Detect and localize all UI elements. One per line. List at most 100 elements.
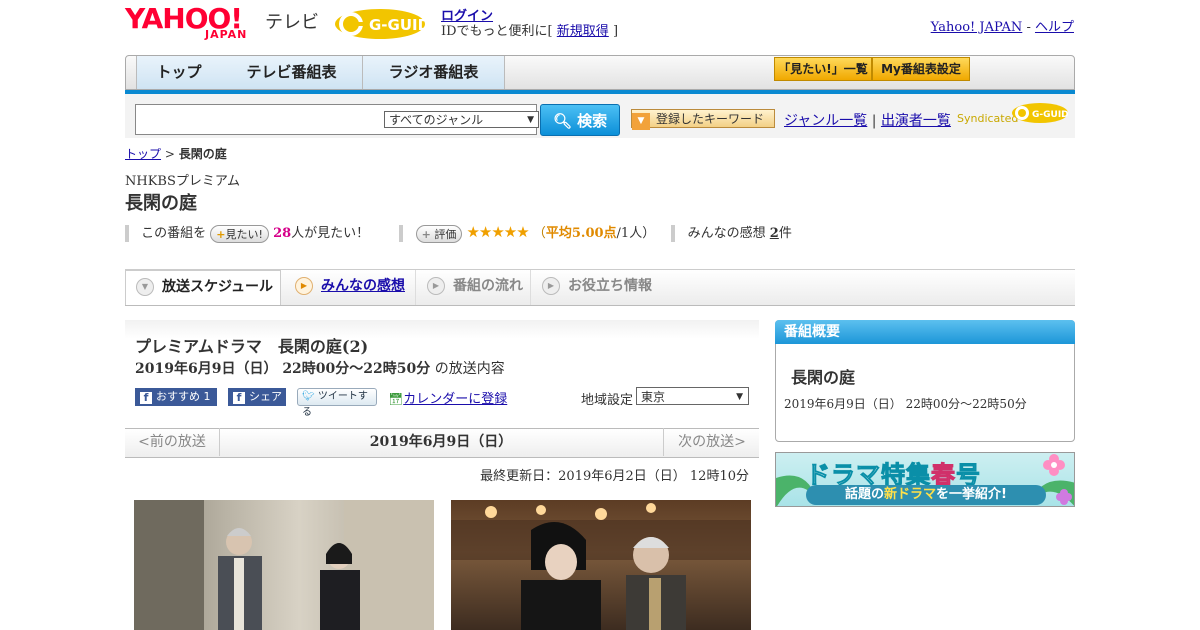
performer-list-link[interactable]: 出演者一覧 bbox=[881, 113, 951, 129]
service-name[interactable]: テレビ bbox=[265, 8, 319, 34]
region-label: 地域設定 bbox=[581, 393, 634, 408]
nav-tab-top[interactable]: トップ bbox=[136, 56, 222, 89]
twitter-bird-icon: 🐦︎ bbox=[302, 391, 315, 402]
next-broadcast-button[interactable]: 次の放送> bbox=[663, 428, 760, 456]
signup-link[interactable]: 新規取得 bbox=[557, 24, 609, 39]
calendar-plus-icon: 📅︎ bbox=[388, 392, 404, 406]
header-link-separator: - bbox=[1026, 20, 1031, 35]
episode-photo[interactable] bbox=[134, 500, 434, 630]
episode-datetime-suffix: の放送内容 bbox=[434, 361, 505, 377]
program-summary-title: 長閑の庭 bbox=[791, 368, 856, 387]
rating-stars: ★★★★★ bbox=[466, 223, 529, 241]
current-broadcast-date: 2019年6月9日（日） bbox=[369, 434, 513, 450]
divider bbox=[125, 225, 129, 242]
login-prompt-prefix: IDでもっと便利に[ bbox=[441, 24, 553, 39]
dropdown-arrow-icon: ▼ bbox=[736, 392, 743, 402]
drama-special-banner[interactable]: ドラマ特集春号 話題の新ドラマを一挙紹介! bbox=[775, 452, 1075, 507]
svg-text:G-GUIDE: G-GUIDE bbox=[1032, 110, 1068, 120]
registered-keyword-button[interactable]: ▼ 登録したキーワード bbox=[631, 109, 775, 130]
facebook-recommend-label: おすすめ 1 bbox=[156, 390, 211, 403]
facebook-recommend-button[interactable]: f おすすめ 1 bbox=[135, 388, 217, 406]
want-suffix: 人が見たい！ bbox=[291, 226, 370, 241]
registered-keyword-label: 登録したキーワード bbox=[656, 112, 765, 126]
gguide-small-logo: G-GUIDE bbox=[1012, 101, 1075, 125]
breadcrumb-current: 長閑の庭 bbox=[178, 147, 227, 161]
rating-average: 平均5.00点 bbox=[545, 226, 617, 241]
my-schedule-button[interactable]: My番組表設定 bbox=[872, 57, 970, 81]
plus-icon: + bbox=[216, 227, 226, 241]
prev-broadcast-button[interactable]: <前の放送 bbox=[125, 428, 220, 456]
sublink-separator: | bbox=[871, 113, 877, 129]
search-button[interactable]: 🔍︎ 検索 bbox=[540, 104, 620, 136]
impressions-count-link[interactable]: 2 bbox=[770, 226, 779, 241]
tab-impressions[interactable]: ▶ みんなの感想 bbox=[283, 270, 416, 305]
help-link[interactable]: ヘルプ bbox=[1035, 20, 1074, 35]
page-title: 長閑の庭 bbox=[125, 193, 197, 214]
nav-tab-tv-schedule[interactable]: テレビ番組表 bbox=[221, 56, 363, 89]
tab-info-label: お役立ち情報 bbox=[568, 278, 652, 294]
impressions-unit: 件 bbox=[778, 226, 792, 241]
program-meta-row: この番組を +見たい! 28人が見たい！ + 評価 ★★★★★ （平均5.00点… bbox=[125, 222, 792, 243]
episode-photo[interactable] bbox=[451, 500, 751, 630]
banner-sub-post: を一挙紹介! bbox=[936, 487, 1007, 502]
syndicated-text: Syndicated bbox=[957, 112, 1019, 125]
yahoo-logo-japan: JAPAN bbox=[205, 28, 248, 41]
facebook-share-label: シェア bbox=[249, 390, 282, 403]
gguide-logo: G-GUIDE bbox=[335, 7, 440, 41]
svg-text:G-GUIDE: G-GUIDE bbox=[369, 16, 430, 34]
divider bbox=[399, 225, 404, 242]
tweet-button[interactable]: 🐦︎ ツイートする bbox=[297, 388, 377, 418]
banner-subline: 話題の新ドラマを一挙紹介! bbox=[806, 485, 1046, 505]
search-button-label: 検索 bbox=[577, 112, 608, 130]
plus-icon: + bbox=[421, 227, 431, 241]
program-summary-header: 番組概要 bbox=[775, 320, 1075, 344]
last-updated: 最終更新日：2019年6月2日（日） 12時10分 bbox=[480, 469, 749, 484]
genre-select-value: すべてのジャンル bbox=[389, 113, 484, 127]
rate-button[interactable]: + 評価 bbox=[415, 224, 463, 243]
search-sublinks: ジャンル一覧 | 出演者一覧 bbox=[784, 110, 951, 130]
dropdown-triangle-icon: ▼ bbox=[632, 113, 650, 130]
banner-sub-pre: 話題の bbox=[845, 487, 885, 502]
episode-datetime: 2019年6月9日（日） 22時00分～22時50分 の放送内容 bbox=[135, 358, 505, 378]
main-nav: トップ テレビ番組表 ラジオ番組表 「見たい!」一覧 My番組表設定 bbox=[125, 55, 1075, 90]
rate-button-label: 評価 bbox=[434, 227, 457, 241]
divider bbox=[671, 225, 676, 242]
channel-name: NHKBSプレミアム bbox=[125, 174, 240, 189]
banner-sub-highlight: 新ドラマ bbox=[884, 487, 937, 502]
facebook-icon: f bbox=[233, 392, 245, 404]
login-prompt: IDでもっと便利に[ 新規取得 ] bbox=[441, 20, 618, 39]
program-summary-datetime: 2019年6月9日（日） 22時00分～22時50分 bbox=[784, 397, 1027, 411]
calendar-register[interactable]: 📅︎カレンダーに登録 bbox=[388, 388, 507, 407]
calendar-register-link[interactable]: カレンダーに登録 bbox=[403, 392, 507, 407]
chevron-right-icon: ▶ bbox=[542, 277, 560, 295]
want-button[interactable]: +見たい! bbox=[210, 224, 269, 243]
genre-select[interactable]: すべてのジャンル ▼ bbox=[384, 111, 539, 128]
chevron-right-icon: ▶ bbox=[427, 277, 445, 295]
tab-flow: ▶ 番組の流れ bbox=[417, 270, 531, 305]
tab-schedule[interactable]: ▼ 放送スケジュール bbox=[125, 270, 281, 305]
want-count: 28 bbox=[273, 226, 292, 241]
region-select-value: 東京 bbox=[641, 390, 666, 404]
rating-open: （ bbox=[532, 226, 546, 241]
rating-count: /1人） bbox=[616, 226, 656, 241]
search-icon: 🔍︎ bbox=[552, 112, 572, 130]
breadcrumb-separator: > bbox=[164, 147, 175, 161]
facebook-share-button[interactable]: f シェア bbox=[228, 388, 286, 406]
dropdown-arrow-icon: ▼ bbox=[527, 115, 534, 125]
region-select[interactable]: 東京 ▼ bbox=[636, 387, 749, 405]
breadcrumb: トップ > 長閑の庭 bbox=[125, 145, 227, 162]
episode-title: プレミアムドラマ 長閑の庭(2) bbox=[135, 337, 369, 356]
nav-tab-radio-schedule[interactable]: ラジオ番組表 bbox=[363, 56, 505, 89]
impressions-label: みんなの感想 bbox=[687, 226, 766, 241]
breadcrumb-top-link[interactable]: トップ bbox=[125, 147, 161, 161]
genre-list-link[interactable]: ジャンル一覧 bbox=[784, 113, 867, 129]
tab-schedule-label: 放送スケジュール bbox=[162, 279, 274, 295]
yahoo-japan-link[interactable]: Yahoo! JAPAN bbox=[931, 20, 1023, 35]
chevron-right-icon: ▶ bbox=[295, 277, 313, 295]
facebook-icon: f bbox=[140, 392, 152, 404]
want-list-button[interactable]: 「見たい!」一覧 bbox=[774, 57, 872, 81]
header-links: Yahoo! JAPAN - ヘルプ bbox=[931, 16, 1074, 35]
episode-datetime-value: 2019年6月9日（日） 22時00分～22時50分 bbox=[135, 361, 431, 377]
login-prompt-suffix: ] bbox=[612, 24, 619, 39]
want-prefix: この番組を bbox=[141, 226, 207, 241]
